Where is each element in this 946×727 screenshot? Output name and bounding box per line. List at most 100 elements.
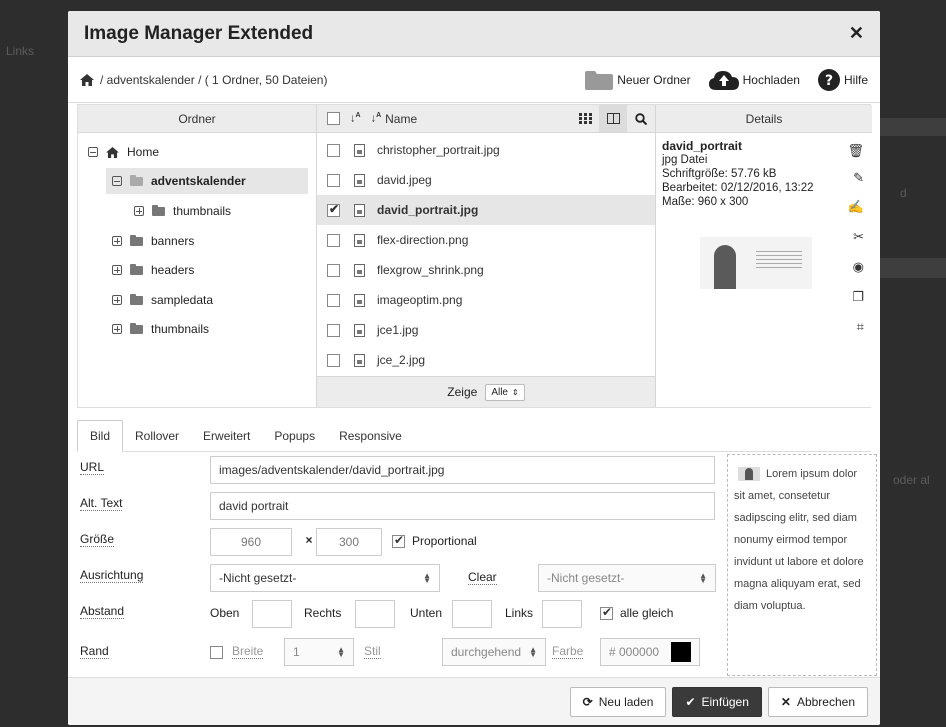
preview-image: [738, 467, 760, 481]
search-icon[interactable]: [627, 105, 655, 132]
expand-icon[interactable]: [112, 236, 122, 246]
file-checkbox[interactable]: [327, 173, 340, 187]
file-row[interactable]: jce1.jpg: [317, 315, 655, 345]
sort-name-button[interactable]: ↓A Name: [371, 112, 418, 126]
tree-item-thumbnails-sub[interactable]: thumbnails: [134, 198, 231, 224]
details-name: david_portrait: [662, 139, 743, 153]
grid-view-icon[interactable]: [571, 105, 599, 132]
tab-bild[interactable]: Bild: [77, 420, 124, 452]
reload-label: Neu laden: [598, 694, 654, 709]
dialog-titlebar: Image Manager Extended ✕: [68, 11, 880, 57]
tree-item-label: banners: [151, 234, 195, 248]
border-color-input[interactable]: # 000000: [600, 638, 700, 666]
help-label: Hilfe: [843, 72, 868, 87]
folder-icon: [130, 234, 143, 246]
file-checkbox-checked[interactable]: [327, 202, 340, 217]
file-list: christopher_portrait.jpg david.jpeg davi…: [317, 133, 655, 407]
border-label: Rand: [80, 644, 109, 659]
expand-icon[interactable]: [112, 324, 122, 334]
file-checkbox[interactable]: [327, 263, 340, 277]
tree-item-headers[interactable]: headers: [112, 257, 194, 283]
spacing-bottom-input[interactable]: [452, 600, 492, 628]
file-row[interactable]: david.jpeg: [317, 165, 655, 195]
file-checkbox[interactable]: [327, 323, 340, 337]
backdrop-strip: [880, 118, 946, 136]
cancel-button[interactable]: ✕ Abbrechen: [767, 686, 868, 717]
proportional-checkbox[interactable]: [392, 533, 405, 548]
file-row[interactable]: christopher_portrait.jpg: [317, 135, 655, 165]
copy-icon[interactable]: ❐: [852, 289, 864, 305]
expand-icon[interactable]: [112, 265, 122, 275]
reload-button[interactable]: ⟳ Neu laden: [569, 686, 667, 717]
border-width-select[interactable]: 1 ▲ ▼: [284, 638, 354, 666]
spacing-top-label: Oben: [210, 606, 240, 620]
file-checkbox[interactable]: [327, 353, 340, 367]
upload-button[interactable]: Hochladen: [708, 70, 800, 90]
border-width-value: 1: [293, 645, 300, 659]
tree-item-banners[interactable]: banners: [112, 228, 194, 254]
clear-select[interactable]: -Nicht gesetzt- ▲ ▼: [538, 564, 716, 592]
color-label: Farbe: [552, 644, 584, 659]
height-input[interactable]: 300: [316, 528, 382, 556]
spacing-right-input[interactable]: [355, 600, 395, 628]
details-view-icon[interactable]: [599, 105, 627, 132]
expand-icon[interactable]: [134, 206, 144, 216]
file-row[interactable]: imageoptim.png: [317, 285, 655, 315]
collapse-icon[interactable]: [112, 176, 122, 186]
color-swatch[interactable]: [671, 642, 691, 662]
new-folder-button[interactable]: Neuer Ordner: [585, 70, 691, 90]
tree-item-adventskalender[interactable]: adventskalender: [106, 168, 308, 194]
details-dimensions: Maße: 960 x 300: [662, 196, 749, 208]
select-all-checkbox[interactable]: [327, 112, 340, 125]
file-row[interactable]: flex-direction.png: [317, 225, 655, 255]
spacing-left-input[interactable]: [542, 600, 582, 628]
image-file-icon: [354, 203, 365, 217]
expand-icon[interactable]: [112, 295, 122, 305]
file-checkbox[interactable]: [327, 143, 340, 157]
home-icon[interactable]: [80, 73, 94, 86]
alignment-select[interactable]: -Nicht gesetzt- ▲ ▼: [210, 564, 440, 592]
tree-item-label: adventskalender: [151, 174, 246, 188]
tab-rollover[interactable]: Rollover: [123, 421, 191, 451]
crop-icon[interactable]: ⌗: [857, 319, 864, 335]
folders-header: Ordner: [78, 105, 316, 133]
border-style-select[interactable]: durchgehend ▲ ▼: [442, 638, 546, 666]
tree-item-home[interactable]: Home: [88, 139, 159, 165]
help-button[interactable]: ? Hilfe: [817, 68, 868, 91]
tree-item-label: Home: [127, 145, 160, 159]
edit-icon[interactable]: ✎: [853, 170, 864, 186]
width-input[interactable]: 960: [210, 528, 292, 556]
insert-button[interactable]: ✔ Einfügen: [672, 686, 762, 717]
tab-erweitert[interactable]: Erweitert: [191, 421, 262, 451]
delete-icon[interactable]: 🗑: [847, 143, 864, 159]
clear-value: -Nicht gesetzt-: [547, 571, 625, 585]
show-limit-select[interactable]: Alle ⇕: [485, 383, 525, 401]
rename-icon[interactable]: ✍: [848, 199, 864, 215]
spacing-top-input[interactable]: [252, 600, 292, 628]
all-equal-checkbox[interactable]: [600, 605, 613, 620]
alt-text-input[interactable]: david portrait: [210, 492, 715, 520]
cut-icon[interactable]: ✂: [853, 229, 864, 245]
select-arrows-icon: ⇕: [512, 387, 519, 397]
image-file-icon: [354, 143, 365, 157]
file-row[interactable]: jce_2.jpg: [317, 345, 655, 375]
view-icon[interactable]: ◉: [853, 259, 864, 275]
image-manager-dialog: Image Manager Extended ✕ / adventskalend…: [68, 11, 880, 725]
url-input[interactable]: images/adventskalender/david_portrait.jp…: [210, 456, 715, 484]
select-arrows-icon: ▲ ▼: [337, 645, 345, 659]
border-checkbox[interactable]: [210, 646, 223, 659]
tab-popups[interactable]: Popups: [262, 421, 327, 451]
file-checkbox[interactable]: [327, 233, 340, 247]
tab-responsive[interactable]: Responsive: [327, 421, 414, 451]
select-arrows-icon: ▲ ▼: [529, 645, 537, 659]
collapse-icon[interactable]: [88, 147, 98, 157]
breadcrumb-path[interactable]: / adventskalender / ( 1 Ordner, 50 Datei…: [100, 73, 327, 87]
folder-icon: [130, 263, 143, 275]
file-checkbox[interactable]: [327, 293, 340, 307]
file-row[interactable]: flexgrow_shrink.png: [317, 255, 655, 285]
file-row-selected[interactable]: david_portrait.jpg: [317, 195, 655, 225]
sort-type-icon[interactable]: ↓A: [350, 112, 361, 125]
close-icon[interactable]: ✕: [849, 23, 864, 44]
tree-item-sampledata[interactable]: sampledata: [112, 287, 213, 313]
tree-item-thumbnails[interactable]: thumbnails: [112, 316, 209, 342]
